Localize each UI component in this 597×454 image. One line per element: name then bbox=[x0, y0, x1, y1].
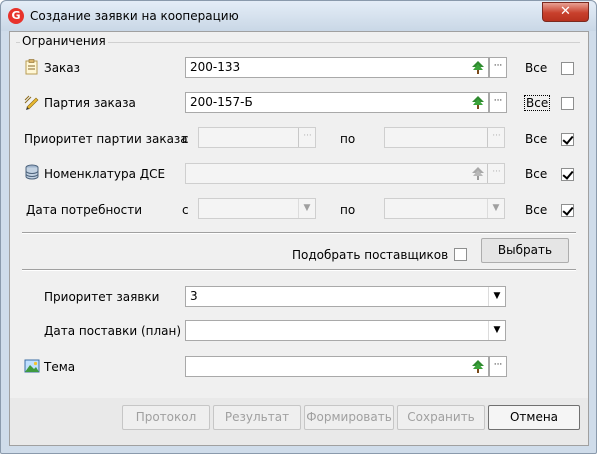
select-suppliers-checkbox[interactable] bbox=[454, 248, 467, 261]
batch-priority-to-lookup-button[interactable]: ··· bbox=[487, 128, 505, 147]
order-all-label: Все bbox=[525, 61, 548, 75]
delivery-date-dropdown-icon[interactable]: ▼ bbox=[488, 321, 505, 340]
need-date-to-label: по bbox=[340, 203, 356, 217]
order-batch-lookup-button[interactable]: ··· bbox=[489, 92, 507, 113]
batch-priority-from-label: с bbox=[182, 132, 189, 146]
database-icon bbox=[25, 164, 39, 180]
order-batch-all-label: Все bbox=[524, 95, 551, 111]
delivery-date-field[interactable] bbox=[185, 320, 506, 341]
batch-priority-from-lookup-button[interactable]: ··· bbox=[298, 128, 316, 147]
request-priority-dropdown-icon[interactable]: ▼ bbox=[488, 287, 505, 306]
order-lookup-button[interactable]: ··· bbox=[489, 57, 507, 78]
need-date-all-checkbox[interactable] bbox=[561, 204, 574, 217]
order-field[interactable]: 200-133 bbox=[185, 57, 489, 78]
restrictions-section-title: Ограничения bbox=[20, 34, 108, 48]
button-bar: Протокол Результат Формировать Сохранить… bbox=[10, 398, 588, 445]
topic-field[interactable] bbox=[185, 356, 489, 377]
result-button[interactable]: Результат bbox=[213, 405, 301, 430]
order-all-checkbox[interactable] bbox=[561, 62, 574, 75]
batch-priority-all-label: Все bbox=[525, 132, 548, 146]
dialog-content: Ограничения Заказ 200-133 ··· Все Партия… bbox=[9, 31, 589, 446]
delivery-date-label: Дата поставки (план) bbox=[44, 324, 182, 338]
title-bar: G Создание заявки на кооперацию ✕ bbox=[1, 1, 596, 31]
app-logo-icon: G bbox=[8, 8, 24, 24]
order-icon bbox=[25, 59, 38, 75]
topic-label: Тема bbox=[44, 360, 76, 374]
cancel-button[interactable]: Отмена bbox=[488, 405, 580, 430]
topic-tree-icon[interactable] bbox=[470, 357, 486, 376]
dialog-window: G Создание заявки на кооперацию ✕ Ограни… bbox=[0, 0, 597, 454]
need-date-from-dropdown-icon[interactable]: ▼ bbox=[298, 199, 315, 218]
topic-lookup-button[interactable]: ··· bbox=[489, 356, 507, 377]
choose-button[interactable]: Выбрать bbox=[481, 238, 569, 263]
form-button[interactable]: Формировать bbox=[304, 405, 394, 430]
nomenclature-field[interactable] bbox=[185, 163, 505, 184]
order-batch-field[interactable]: 200-157-Б bbox=[185, 92, 489, 113]
separator bbox=[22, 232, 576, 234]
nomenclature-all-checkbox[interactable] bbox=[561, 168, 574, 181]
order-batch-tree-icon[interactable] bbox=[470, 93, 486, 112]
need-date-from-label: с bbox=[182, 203, 189, 217]
order-batch-all-checkbox[interactable] bbox=[561, 97, 574, 110]
window-title: Создание заявки на кооперацию bbox=[30, 9, 239, 23]
separator bbox=[22, 269, 576, 271]
batch-priority-label: Приоритет партии заказа bbox=[24, 132, 188, 146]
need-date-label: Дата потребности bbox=[26, 203, 143, 217]
nomenclature-lookup-button[interactable]: ··· bbox=[487, 164, 505, 183]
batch-priority-to-label: по bbox=[340, 132, 356, 146]
nomenclature-all-label: Все bbox=[525, 167, 548, 181]
need-date-to-dropdown-icon[interactable]: ▼ bbox=[487, 199, 504, 218]
nomenclature-label: Номенклатура ДСЕ bbox=[44, 167, 166, 181]
pencil-icon bbox=[24, 95, 39, 110]
order-tree-icon[interactable] bbox=[470, 58, 486, 77]
select-suppliers-label: Подобрать поставщиков bbox=[292, 248, 449, 262]
request-priority-label: Приоритет заявки bbox=[44, 290, 160, 304]
request-priority-field[interactable]: 3 bbox=[185, 286, 506, 307]
image-icon bbox=[24, 359, 40, 373]
order-label: Заказ bbox=[44, 61, 81, 75]
nomenclature-tree-icon[interactable] bbox=[470, 164, 486, 183]
need-date-all-label: Все bbox=[525, 203, 548, 217]
close-button[interactable]: ✕ bbox=[542, 2, 589, 22]
save-button[interactable]: Сохранить bbox=[397, 405, 485, 430]
order-batch-label: Партия заказа bbox=[44, 96, 136, 110]
protocol-button[interactable]: Протокол bbox=[122, 405, 210, 430]
batch-priority-all-checkbox[interactable] bbox=[561, 133, 574, 146]
